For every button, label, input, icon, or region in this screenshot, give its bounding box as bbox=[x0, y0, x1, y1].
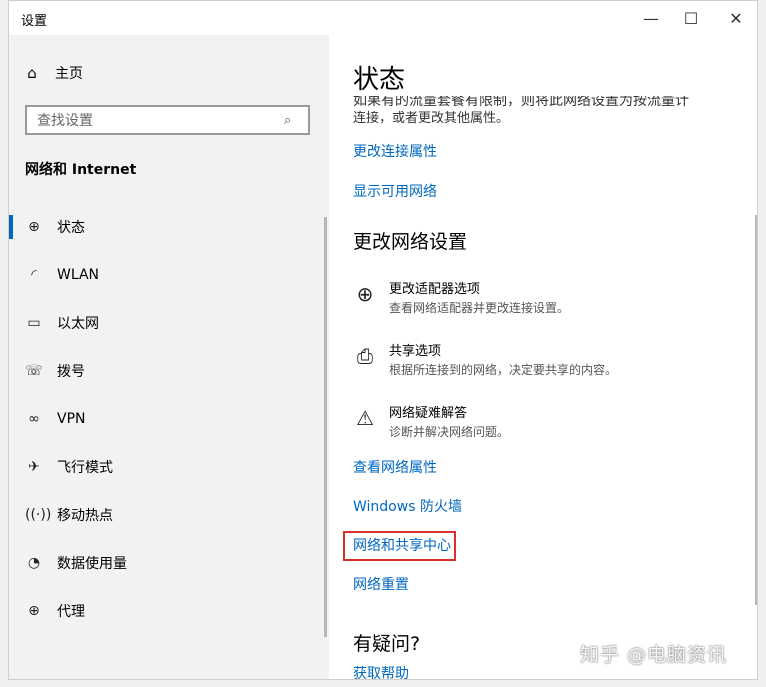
watermark-text: 知乎 @电脑资讯 bbox=[580, 644, 728, 666]
sidebar-item-label: VPN bbox=[57, 411, 86, 427]
search-placeholder: 查找设置 bbox=[37, 113, 93, 129]
page-title: 状态 bbox=[353, 65, 406, 95]
adapter-options-item[interactable]: ⊕ 更改适配器选项 查看网络适配器并更改连接设置。 bbox=[353, 281, 569, 317]
close-button[interactable]: ✕ bbox=[714, 3, 757, 33]
setting-title: 更改适配器选项 bbox=[389, 282, 481, 297]
section-heading-network-settings: 更改网络设置 bbox=[353, 231, 468, 253]
network-troubleshooter-item[interactable]: ⚠ 网络疑难解答 诊断并解决网络问题。 bbox=[353, 405, 509, 441]
sidebar-item-label: 移动热点 bbox=[57, 508, 113, 524]
partial-description-line2: 连接，或者更改其他属性。 bbox=[353, 111, 510, 126]
setting-description: 根据所连接到的网络，决定要共享的内容。 bbox=[389, 363, 618, 377]
sidebar-item-label: 状态 bbox=[57, 220, 85, 236]
adapter-icon: ⊕ bbox=[356, 282, 374, 306]
sidebar-item-hotspot[interactable]: ((·)) 移动热点 bbox=[9, 491, 329, 539]
content-scrollbar[interactable] bbox=[755, 215, 757, 605]
sidebar-section-title: 网络和 Internet bbox=[25, 162, 137, 178]
setting-description: 诊断并解决网络问题。 bbox=[389, 425, 510, 439]
hotspot-icon: ((·)) bbox=[25, 507, 52, 523]
sidebar-item-wlan[interactable]: ◜ WLAN bbox=[9, 251, 329, 299]
minimize-button[interactable]: — bbox=[629, 3, 673, 33]
sidebar-item-data-usage[interactable]: ◔ 数据使用量 bbox=[9, 539, 329, 587]
ethernet-icon: ▭ bbox=[27, 315, 41, 331]
home-label: 主页 bbox=[55, 66, 83, 82]
network-reset-link[interactable]: 网络重置 bbox=[353, 574, 409, 594]
sharing-icon: ⎙ bbox=[357, 344, 373, 368]
sharing-options-item[interactable]: ⎙ 共享选项 根据所连接到的网络，决定要共享的内容。 bbox=[353, 343, 617, 379]
show-available-networks-link[interactable]: 显示可用网络 bbox=[353, 181, 437, 201]
setting-title: 共享选项 bbox=[389, 344, 442, 359]
vpn-icon: ∞ bbox=[28, 411, 40, 427]
setting-title: 网络疑难解答 bbox=[389, 406, 468, 421]
get-help-link[interactable]: 获取帮助 bbox=[353, 663, 409, 679]
view-network-properties-link[interactable]: 查看网络属性 bbox=[353, 457, 437, 477]
sidebar-item-proxy[interactable]: ⊕ 代理 bbox=[9, 587, 329, 635]
sidebar-item-dialup[interactable]: ☏ 拨号 bbox=[9, 347, 329, 395]
sidebar-item-label: 以太网 bbox=[57, 316, 99, 332]
sidebar-item-ethernet[interactable]: ▭ 以太网 bbox=[9, 299, 329, 347]
dialup-icon: ☏ bbox=[25, 363, 43, 379]
sidebar-item-airplane[interactable]: ✈ 飞行模式 bbox=[9, 443, 329, 491]
title-bar: 设置 — ☐ ✕ bbox=[9, 1, 757, 35]
sidebar-item-label: 飞行模式 bbox=[57, 460, 113, 476]
sidebar-item-label: 代理 bbox=[57, 604, 85, 620]
sidebar-item-label: 数据使用量 bbox=[57, 556, 127, 572]
settings-window: 设置 — ☐ ✕ ⌂ 主页 查找设置 ⌕ 网络和 Internet ⊕ 状态 ◜… bbox=[8, 0, 758, 680]
maximize-button[interactable]: ☐ bbox=[669, 3, 713, 33]
sidebar-item-label: 拨号 bbox=[57, 364, 85, 380]
airplane-icon: ✈ bbox=[28, 459, 40, 475]
change-connection-properties-link[interactable]: 更改连接属性 bbox=[353, 141, 437, 161]
windows-firewall-link[interactable]: Windows 防火墙 bbox=[353, 496, 462, 516]
search-icon[interactable]: ⌕ bbox=[284, 113, 300, 128]
sidebar-item-vpn[interactable]: ∞ VPN bbox=[9, 395, 329, 443]
main-content: 状态 如果有的流量套餐有限制，则将此网络设置为按流量计 连接，或者更改其他属性。… bbox=[331, 35, 757, 679]
sidebar-item-label: WLAN bbox=[57, 267, 100, 283]
search-input[interactable]: 查找设置 ⌕ bbox=[25, 105, 310, 135]
sidebar-item-status[interactable]: ⊕ 状态 bbox=[9, 203, 329, 251]
sidebar-nav: ⊕ 状态 ◜ WLAN ▭ 以太网 ☏ 拨号 ∞ VPN ✈ 飞行模式 ((·)… bbox=[9, 203, 329, 635]
wifi-icon: ◜ bbox=[31, 267, 37, 283]
setting-description: 查看网络适配器并更改连接设置。 bbox=[389, 301, 570, 315]
globe-icon: ⊕ bbox=[28, 603, 40, 619]
home-icon: ⌂ bbox=[27, 64, 37, 82]
network-sharing-center-link[interactable]: 网络和共享中心 bbox=[353, 535, 451, 555]
sidebar: ⌂ 主页 查找设置 ⌕ 网络和 Internet ⊕ 状态 ◜ WLAN ▭ 以… bbox=[9, 35, 329, 679]
data-usage-icon: ◔ bbox=[27, 555, 41, 571]
globe-icon: ⊕ bbox=[28, 219, 40, 235]
warning-icon: ⚠ bbox=[356, 406, 374, 430]
window-title: 设置 bbox=[21, 14, 48, 29]
section-heading-questions: 有疑问? bbox=[353, 633, 421, 655]
sidebar-scrollbar[interactable] bbox=[324, 217, 327, 637]
home-nav-item[interactable]: ⌂ 主页 bbox=[23, 63, 83, 83]
